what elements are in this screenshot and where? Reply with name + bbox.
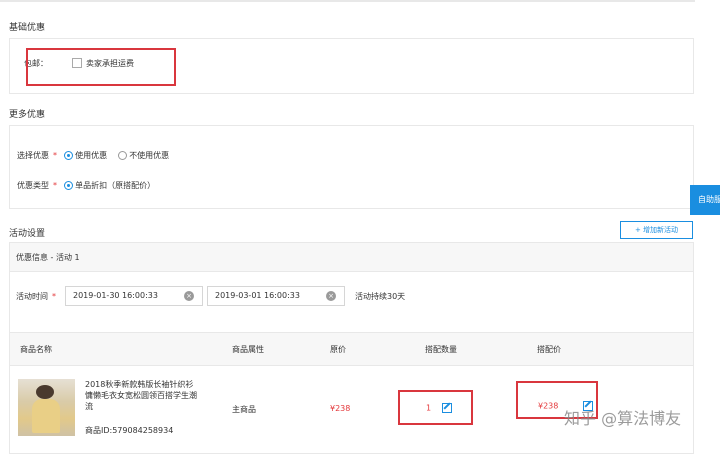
clear-icon[interactable]: × [326, 291, 336, 301]
end-date-value: 2019-03-01 16:00:33 [215, 291, 300, 300]
product-id: 商品ID:579084258934 [85, 426, 174, 435]
table-header [10, 332, 693, 366]
required-mark: * [52, 292, 56, 301]
col-name-header: 商品名称 [20, 345, 52, 354]
activity-duration: 活动持续30天 [355, 292, 406, 301]
no-discount-label[interactable]: 不使用优惠 [129, 151, 169, 160]
self-service-tab[interactable]: 自助服 [690, 185, 720, 215]
col-qty-header: 搭配数量 [425, 345, 457, 354]
activity-info-title: 优惠信息 - 活动 1 [16, 253, 80, 262]
more-section-title: 更多优惠 [9, 110, 46, 120]
basic-section-title: 基础优惠 [9, 23, 46, 33]
select-discount-label: 选择优惠 [17, 151, 49, 160]
single-discount-radio[interactable] [63, 181, 73, 190]
col-price-header: 原价 [330, 345, 346, 354]
end-date-input[interactable]: 2019-03-01 16:00:33 × [207, 286, 345, 306]
add-activity-button[interactable]: + 增加新活动 [620, 221, 693, 239]
discount-type-row: 优惠类型 * 单品折扣（原搭配价） [17, 180, 155, 191]
watermark: 知乎 @算法博友 [564, 409, 682, 428]
activity-info-header [10, 243, 693, 272]
original-price: ¥238 [330, 404, 351, 413]
clear-icon[interactable]: × [184, 291, 194, 301]
col-attr-header: 商品属性 [232, 345, 264, 354]
select-discount-row: 选择优惠 * 使用优惠 不使用优惠 [17, 150, 169, 161]
activity-section-title: 活动设置 [9, 229, 46, 239]
top-divider [0, 0, 695, 2]
required-mark: * [53, 151, 57, 160]
product-thumbnail[interactable] [18, 379, 75, 436]
use-discount-label[interactable]: 使用优惠 [75, 151, 107, 160]
highlight-box-free-shipping [26, 48, 176, 86]
start-date-value: 2019-01-30 16:00:33 [73, 291, 158, 300]
discount-type-label: 优惠类型 [17, 181, 49, 190]
activity-time-label: 活动时间 [16, 292, 48, 301]
single-discount-label[interactable]: 单品折扣（原搭配价） [75, 181, 155, 190]
start-date-input[interactable]: 2019-01-30 16:00:33 × [65, 286, 203, 306]
no-discount-radio[interactable] [117, 151, 127, 160]
highlight-box-qty [398, 390, 473, 425]
activity-time-row: 活动时间 * [16, 291, 60, 302]
required-mark: * [53, 181, 57, 190]
more-panel [9, 125, 694, 209]
use-discount-radio[interactable] [63, 151, 73, 160]
product-name[interactable]: 2018秋季新款韩版长袖针织衫慵懒毛衣女宽松圆领百搭学生潮流 [85, 379, 201, 412]
product-attr: 主商品 [232, 405, 256, 414]
col-combo-price-header: 搭配价 [537, 345, 561, 354]
